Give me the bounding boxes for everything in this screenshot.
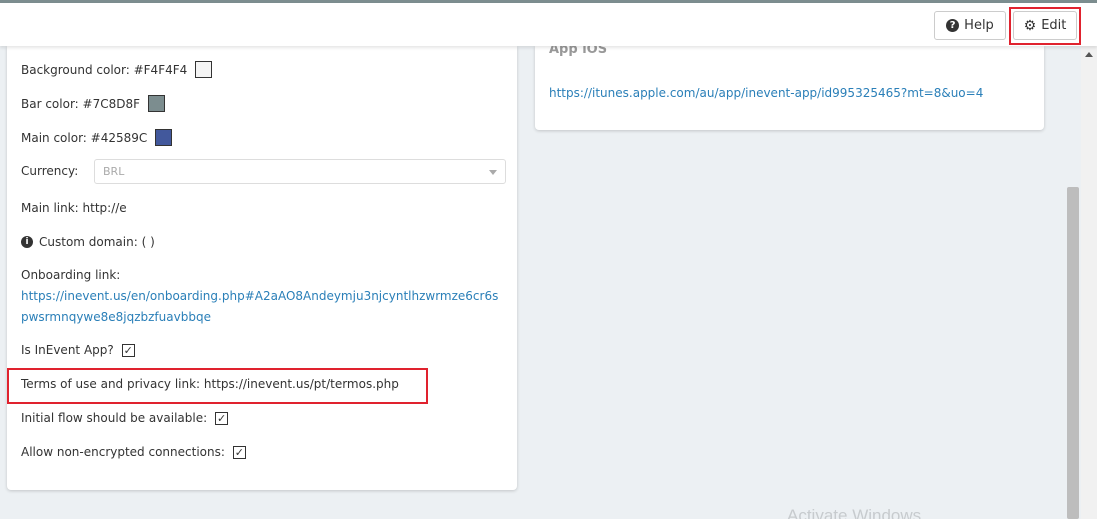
currency-row: Currency: BRL (21, 159, 511, 184)
bar-color-swatch (148, 95, 166, 112)
non-encrypted-checkbox[interactable]: ✓ (232, 445, 246, 459)
onboarding-label-row: Onboarding link: (21, 268, 120, 282)
app-ios-link[interactable]: https://itunes.apple.com/au/app/inevent-… (549, 86, 983, 100)
help-button[interactable]: ? Help (934, 11, 1006, 40)
settings-panel: Background color: #F4F4F4 Bar color: #7C… (7, 46, 517, 490)
custom-domain-row: i Custom domain: ( ) (21, 235, 155, 249)
non-encrypted-label: Allow non-encrypted connections: (21, 445, 225, 459)
main-color-swatch (155, 129, 173, 146)
is-inevent-app-label: Is InEvent App? (21, 343, 114, 357)
info-icon: i (21, 236, 33, 248)
initial-flow-row: Initial flow should be available: ✓ (21, 411, 229, 425)
app-ios-panel: App iOS https://itunes.apple.com/au/app/… (535, 42, 1044, 130)
help-button-label: Help (964, 18, 994, 33)
question-circle-icon: ? (946, 19, 960, 32)
currency-label: Currency: (21, 164, 79, 178)
edit-highlight-box (1009, 7, 1081, 45)
bar-color-label: Bar color: #7C8D8F (21, 96, 141, 111)
onboarding-link[interactable]: https://inevent.us/en/onboarding.php#A2a… (21, 286, 499, 328)
background-color-swatch (195, 61, 213, 78)
terms-highlight-box (7, 368, 428, 404)
is-inevent-app-checkbox[interactable]: ✓ (121, 343, 135, 357)
background-color-row: Background color: #F4F4F4 (21, 61, 213, 78)
chevron-down-icon (489, 170, 497, 175)
initial-flow-checkbox[interactable]: ✓ (215, 411, 229, 425)
main-color-row: Main color: #42589C (21, 129, 173, 146)
is-inevent-app-row: Is InEvent App? ✓ (21, 343, 135, 357)
currency-select[interactable]: BRL (94, 159, 506, 184)
main-link-row: Main link: http://e (21, 201, 127, 215)
main-link-text: Main link: http://e (21, 201, 127, 215)
onboarding-link-row: https://inevent.us/en/onboarding.php#A2a… (21, 286, 499, 328)
onboarding-label: Onboarding link: (21, 268, 121, 282)
background-color-label: Background color: #F4F4F4 (21, 62, 188, 77)
initial-flow-label: Initial flow should be available: (21, 411, 208, 425)
scrollbar[interactable] (1081, 46, 1097, 519)
custom-domain-text: Custom domain: ( ) (39, 235, 155, 249)
top-header: ? Help ⚙ Edit (0, 3, 1097, 46)
scroll-up-icon[interactable] (1085, 52, 1093, 57)
non-encrypted-row: Allow non-encrypted connections: ✓ (21, 445, 246, 459)
currency-select-value: BRL (103, 165, 125, 178)
scrollbar-thumb[interactable] (1067, 187, 1079, 519)
bar-color-row: Bar color: #7C8D8F (21, 95, 166, 112)
main-color-label: Main color: #42589C (21, 130, 148, 145)
activate-windows-watermark: Activate Windows (787, 506, 922, 519)
